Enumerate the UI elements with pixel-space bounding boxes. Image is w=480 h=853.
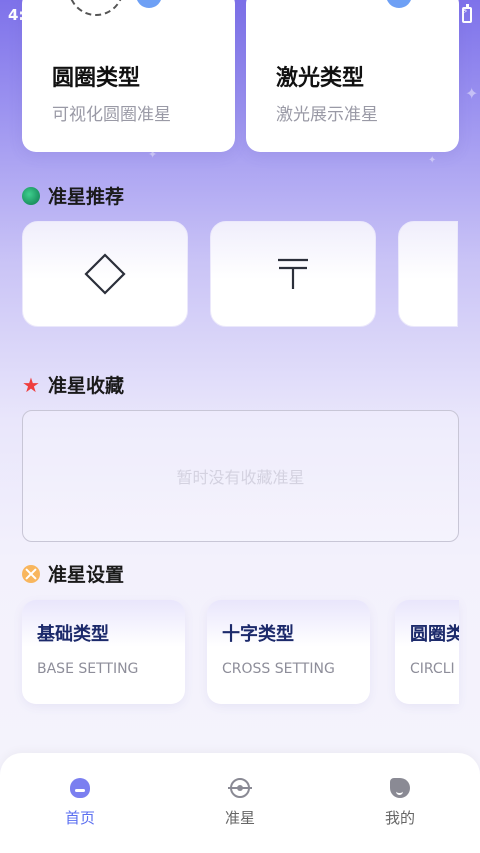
t-bar-icon — [278, 258, 308, 289]
settings-section-header: 准星设置 — [22, 560, 124, 587]
tab-crosshair[interactable]: 准星 — [160, 753, 320, 853]
base-setting-card[interactable]: 基础类型 BASE SETTING — [22, 600, 185, 704]
circle-setting-title: 圆圈类 — [410, 624, 459, 645]
recommend-item-diamond[interactable] — [22, 221, 188, 327]
tab-home[interactable]: 首页 — [0, 753, 160, 853]
battery-icon — [462, 4, 472, 23]
sparkle-icon: ✦ — [465, 84, 479, 103]
circle-type-title: 圆圈类型 — [52, 66, 141, 91]
crosshair-icon — [228, 778, 252, 798]
circle-type-card[interactable]: 圆圈类型 可视化圆圈准星 — [22, 0, 235, 152]
star-icon: ★ — [22, 372, 40, 397]
recommend-item-t-bar[interactable] — [210, 221, 376, 327]
recommend-section-title: 准星推荐 — [48, 186, 125, 208]
tab-crosshair-label: 准星 — [224, 809, 255, 827]
recommend-section-header: 准星推荐 — [22, 182, 124, 209]
profile-icon — [390, 778, 410, 798]
circle-setting-subtitle: CIRCLI — [410, 661, 455, 677]
toggle-dot-icon — [386, 0, 412, 8]
dashed-circle-icon — [68, 0, 124, 16]
favorites-empty-box: 暂时没有收藏准星 — [22, 410, 459, 542]
toggle-dot-icon — [136, 0, 162, 8]
base-setting-subtitle: BASE SETTING — [37, 661, 139, 677]
cross-setting-title: 十字类型 — [222, 624, 294, 645]
tab-home-label: 首页 — [64, 809, 95, 827]
circle-setting-card[interactable]: 圆圈类 CIRCLI — [395, 600, 459, 704]
circle-type-subtitle: 可视化圆圈准星 — [52, 105, 171, 125]
favorites-section-title: 准星收藏 — [48, 375, 125, 397]
favorites-section-header: ★ 准星收藏 — [22, 371, 124, 398]
cross-setting-card[interactable]: 十字类型 CROSS SETTING — [207, 600, 370, 704]
base-setting-title: 基础类型 — [37, 624, 109, 645]
cross-setting-subtitle: CROSS SETTING — [222, 661, 335, 677]
laser-type-subtitle: 激光展示准星 — [276, 105, 378, 125]
favorites-empty-text: 暂时没有收藏准星 — [176, 468, 305, 487]
sparkle-icon: ✦ — [428, 155, 437, 166]
globe-icon — [22, 186, 40, 205]
tab-profile-label: 我的 — [384, 809, 415, 827]
tab-profile[interactable]: 我的 — [320, 753, 480, 853]
recommend-item-partial[interactable] — [398, 221, 458, 327]
bottom-tab-bar: 首页 准星 我的 — [0, 753, 480, 853]
laser-type-title: 激光类型 — [276, 66, 365, 91]
home-icon — [70, 778, 90, 798]
settings-icon — [22, 564, 40, 583]
laser-type-card[interactable]: 激光类型 激光展示准星 — [246, 0, 459, 152]
diamond-icon — [84, 253, 126, 295]
settings-section-title: 准星设置 — [48, 564, 125, 586]
